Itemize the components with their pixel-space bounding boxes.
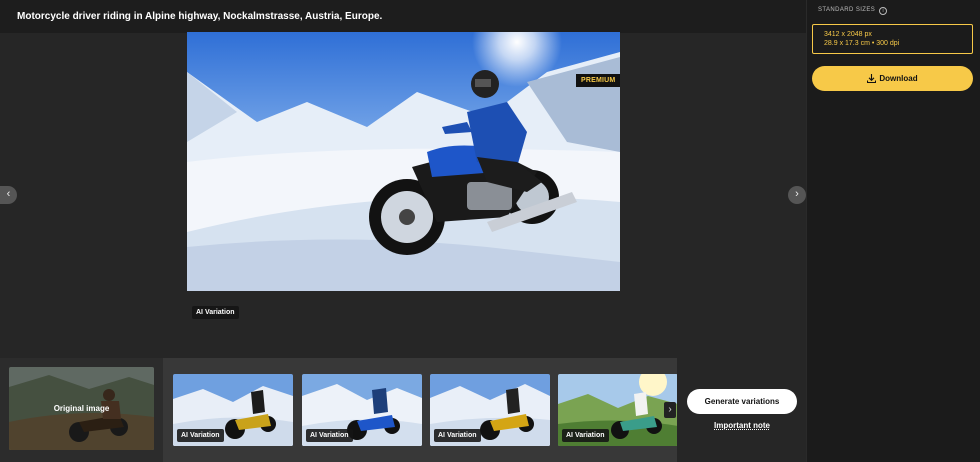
important-note-link[interactable]: Important note xyxy=(687,421,797,430)
size-pixels: 3412 x 2048 px xyxy=(824,31,872,38)
info-icon[interactable]: i xyxy=(879,7,888,15)
size-physical: 28.9 x 17.3 cm • 300 dpi xyxy=(824,40,900,47)
chevron-right-icon[interactable]: › xyxy=(664,402,676,418)
ai-variation-badge: AI Variation xyxy=(306,429,353,442)
size-option-selected[interactable] xyxy=(812,24,973,54)
premium-badge: PREMIUM xyxy=(576,74,621,87)
generate-variations-button[interactable]: Generate variations xyxy=(687,389,797,414)
page-title: Motorcycle driver riding in Alpine highw… xyxy=(17,11,383,22)
main-photo xyxy=(187,32,620,291)
ai-variation-badge: AI Variation xyxy=(562,429,609,442)
download-icon xyxy=(867,68,877,93)
title-bar: Motorcycle driver riding in Alpine highw… xyxy=(0,0,806,33)
ai-variation-badge: AI Variation xyxy=(177,429,224,442)
download-label: Download xyxy=(879,74,918,83)
standard-sizes-text: STANDARD SIZES xyxy=(818,7,876,13)
standard-sizes-label: STANDARD SIZES i xyxy=(818,7,888,15)
download-button[interactable]: Download xyxy=(812,66,973,91)
chevron-right-icon[interactable]: › xyxy=(788,186,806,204)
ai-variation-badge: AI Variation xyxy=(434,429,481,442)
ai-variation-badge: AI Variation xyxy=(192,306,239,319)
original-image-label: Original image xyxy=(53,404,110,413)
